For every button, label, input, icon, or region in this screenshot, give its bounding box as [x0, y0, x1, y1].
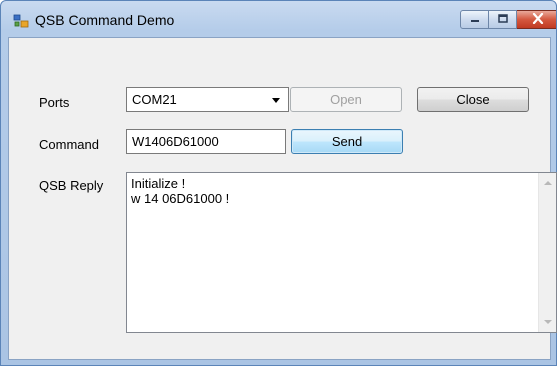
window-title: QSB Command Demo: [35, 12, 175, 28]
ports-label: Ports: [39, 95, 70, 110]
app-icon: [13, 13, 29, 29]
close-window-button[interactable]: [517, 10, 556, 29]
command-label: Command: [39, 137, 99, 152]
close-port-button[interactable]: Close: [417, 87, 529, 112]
qsb-reply-text: Initialize ! w 14 06D61000 !: [131, 176, 230, 206]
maximize-button[interactable]: [489, 10, 517, 29]
minimize-button[interactable]: [460, 10, 489, 29]
send-button[interactable]: Send: [291, 129, 403, 154]
ports-selected-value: COM21: [132, 92, 177, 107]
open-button[interactable]: Open: [290, 87, 402, 112]
qsb-reply-textarea[interactable]: Initialize ! w 14 06D61000 !: [126, 172, 557, 333]
scroll-up-arrow-icon[interactable]: [544, 181, 552, 185]
qsb-reply-label: QSB Reply: [39, 178, 104, 193]
minimize-icon: [469, 12, 481, 27]
reply-scrollbar[interactable]: [538, 173, 556, 332]
chevron-down-icon: [272, 98, 280, 103]
maximize-icon: [497, 12, 509, 27]
close-icon: [532, 12, 544, 27]
ports-dropdown[interactable]: COM21: [126, 87, 289, 112]
command-input[interactable]: W1406D61000: [126, 129, 286, 154]
command-input-value: W1406D61000: [132, 134, 219, 149]
title-bar[interactable]: QSB Command Demo: [1, 1, 556, 37]
scroll-down-arrow-icon[interactable]: [544, 320, 552, 324]
